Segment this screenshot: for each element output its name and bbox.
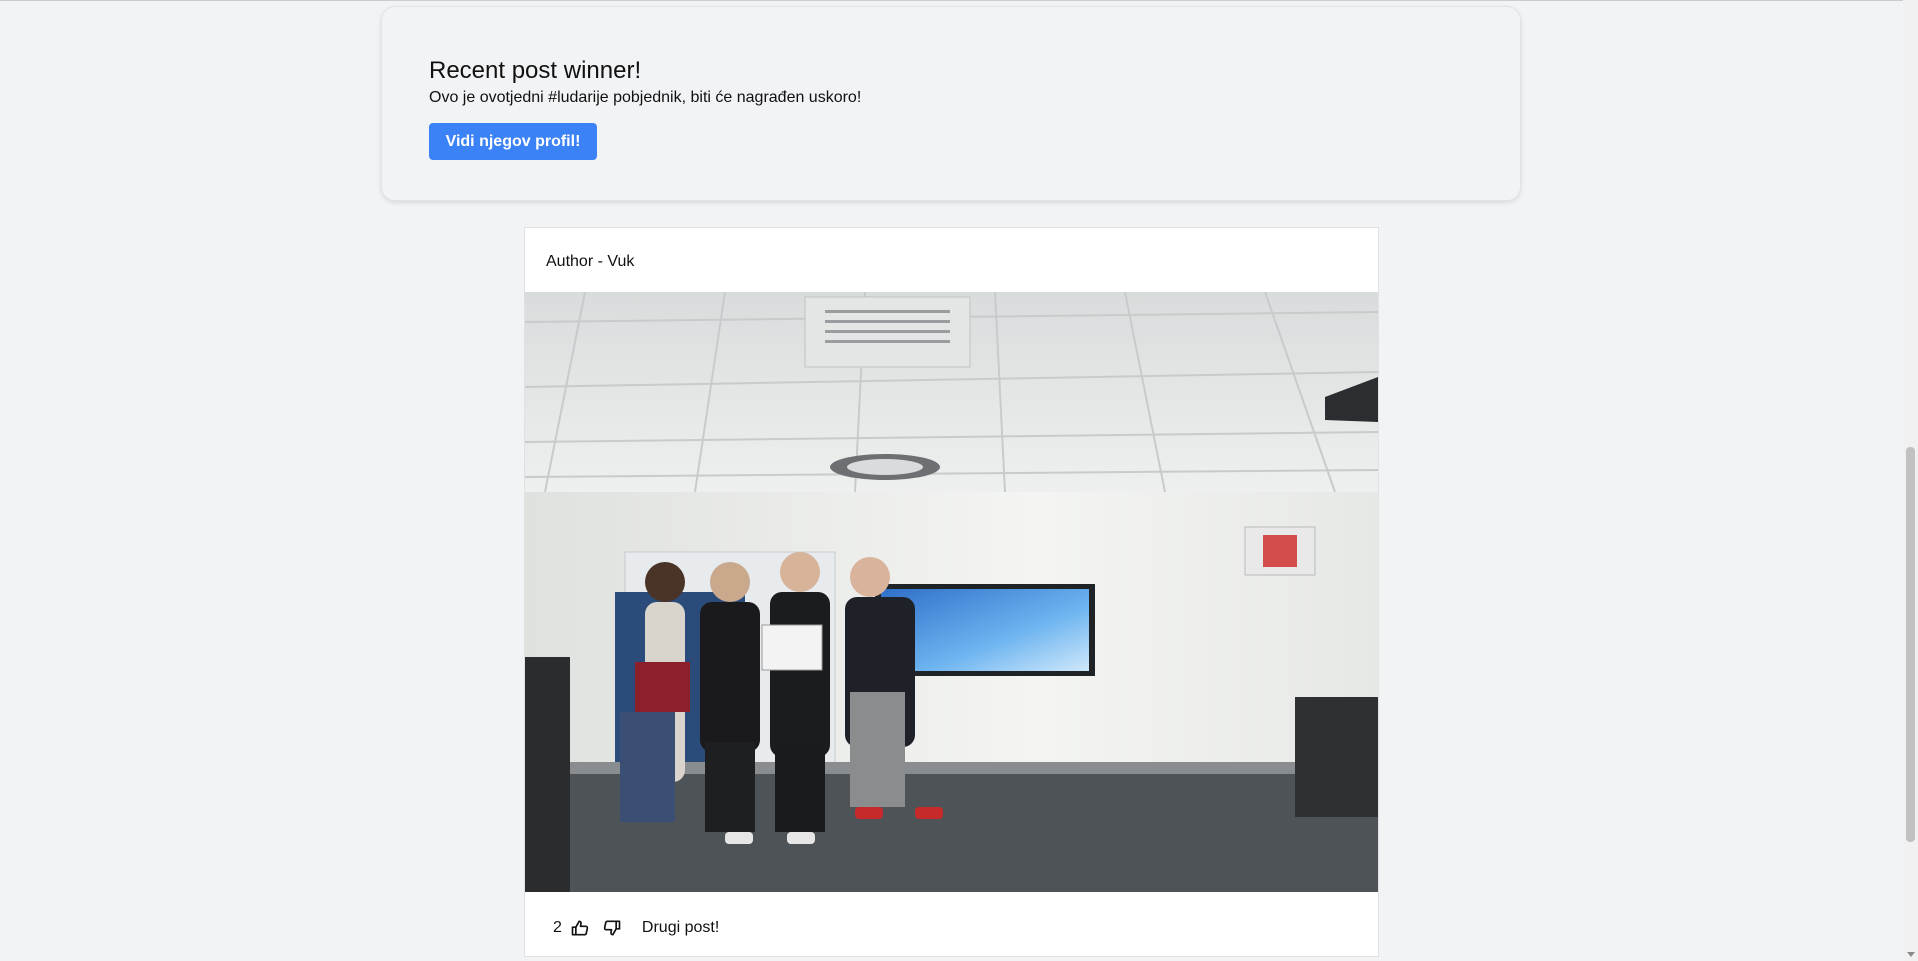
post-author: Author - Vuk [546,253,635,270]
post-image[interactable] [525,292,1378,892]
winner-description: Ovo je ovotjedni #ludarije pobjednik, bi… [429,89,862,106]
winner-banner: Recent post winner! Ovo je ovotjedni #lu… [381,6,1521,201]
post-footer: 2 Drugi post! [553,916,719,940]
scroll-down-icon[interactable] [1907,952,1915,957]
thumbs-up-icon[interactable] [570,918,590,938]
top-divider [0,0,1903,1]
post-card: Author - Vuk 2 Drugi post! [524,227,1379,957]
winner-title: Recent post winner! [429,57,642,84]
like-count: 2 [553,919,562,936]
post-title: Drugi post! [641,919,720,936]
view-profile-button[interactable]: Vidi njegov profil! [429,123,597,160]
group-photo-illustration [525,292,1378,892]
scrollbar-thumb[interactable] [1906,447,1915,842]
thumbs-down-icon[interactable] [602,918,622,938]
page-scrollbar[interactable] [1903,0,1918,961]
